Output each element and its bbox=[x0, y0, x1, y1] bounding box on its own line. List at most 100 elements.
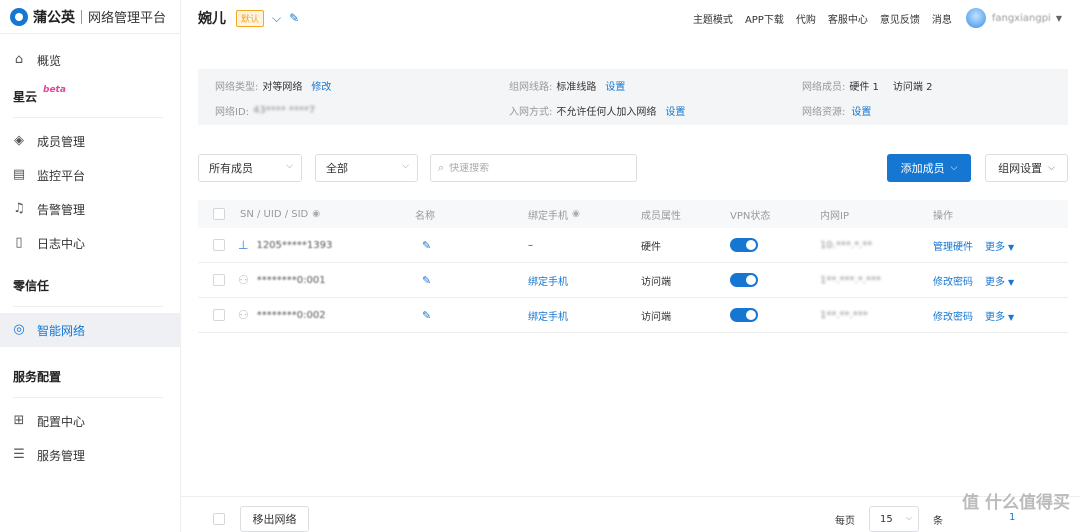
chevron-down-icon: ⌵ bbox=[402, 161, 409, 171]
vpn-toggle[interactable] bbox=[730, 273, 758, 287]
info-value: 硬件 1 bbox=[849, 82, 879, 93]
search-input[interactable] bbox=[449, 162, 620, 174]
member-filter-select[interactable]: 所有成员 ⌵ bbox=[198, 154, 302, 182]
manage-hardware-link[interactable]: 管理硬件 bbox=[933, 238, 973, 253]
ip-cell: 10.***.*.** bbox=[820, 239, 873, 251]
members-table: SN / UID / SID ◉ 名称 绑定手机 ◉ 成员属性 VPN状态 内网IP… bbox=[198, 200, 1068, 333]
network-resources: 网络资源: 设置 bbox=[802, 103, 871, 118]
header-links: 主题模式 APP下载 代购 客服中心 意见反馈 消息 fangxiangpi ▼ bbox=[681, 0, 1062, 36]
theme-mode-link[interactable]: 主题模式 bbox=[693, 11, 733, 26]
feedback-link[interactable]: 意见反馈 bbox=[880, 11, 920, 26]
status-filter-select[interactable]: 全部 ⌵ bbox=[315, 154, 418, 182]
add-member-button[interactable]: 添加成员 ⌵ bbox=[887, 154, 971, 182]
change-password-link[interactable]: 修改密码 bbox=[933, 308, 973, 323]
edit-icon[interactable]: ✎ bbox=[422, 239, 431, 252]
header-vpn: VPN状态 bbox=[730, 210, 771, 222]
group-label: 服务配置 bbox=[13, 369, 62, 384]
caret-down-icon: ▼ bbox=[1008, 277, 1015, 287]
info-label: 组网线路: bbox=[509, 82, 553, 93]
sidebar-group-zero-trust: 零信任 bbox=[0, 270, 180, 300]
sidebar-item-smart-network[interactable]: ◎ 智能网络 bbox=[0, 313, 180, 347]
header-name: 名称 bbox=[415, 210, 435, 222]
per-page-label: 每页 bbox=[835, 516, 855, 527]
sidebar-item-label: 告警管理 bbox=[37, 202, 86, 217]
divider bbox=[13, 117, 163, 118]
messages-link[interactable]: 消息 bbox=[932, 11, 952, 26]
info-value: 对等网络 bbox=[262, 82, 303, 93]
caret-down-icon[interactable]: ▼ bbox=[1056, 14, 1062, 23]
sidebar-item-config-center[interactable]: ⊞ 配置中心 bbox=[0, 404, 180, 438]
header-ops: 操作 bbox=[933, 210, 953, 222]
user-icon: ⚇ bbox=[238, 308, 249, 322]
footer-select-checkbox[interactable] bbox=[213, 513, 225, 525]
edit-icon[interactable]: ✎ bbox=[289, 11, 299, 25]
row-checkbox[interactable] bbox=[213, 274, 225, 286]
vpn-toggle[interactable] bbox=[730, 308, 758, 322]
vpn-toggle[interactable] bbox=[730, 238, 758, 252]
sidebar-item-alert[interactable]: ♫ 告警管理 bbox=[0, 192, 180, 226]
sidebar-item-label: 日志中心 bbox=[37, 236, 86, 251]
bind-phone-link[interactable]: 绑定手机 bbox=[528, 308, 568, 323]
chevron-down-icon: ⌵ bbox=[286, 161, 293, 171]
bind-phone-link[interactable]: 绑定手机 bbox=[528, 273, 568, 288]
sidebar-item-label: 智能网络 bbox=[37, 323, 86, 338]
info-value: 不允许任何人加入网络 bbox=[556, 107, 657, 118]
sidebar-item-log[interactable]: ▯ 日志中心 bbox=[0, 226, 180, 260]
page-number[interactable]: 1 bbox=[1009, 512, 1015, 523]
main-content: 网络类型: 对等网络 修改 网络ID: 43**** ****7 组网线路: 标… bbox=[181, 36, 1080, 532]
per-page-select[interactable]: 15 ⌵ bbox=[869, 506, 919, 532]
select-value: 全部 bbox=[326, 162, 348, 175]
table-row: ⚇ ********0:002 ✎ 绑定手机 访问端 1**.**.*** 修改密… bbox=[198, 298, 1068, 333]
sidebar-item-service-mgmt[interactable]: ☰ 服务管理 bbox=[0, 438, 180, 472]
join-method: 入网方式: 不允许任何人加入网络 设置 bbox=[509, 103, 685, 118]
eye-icon[interactable]: ◉ bbox=[572, 209, 580, 219]
purchase-link[interactable]: 代购 bbox=[796, 11, 816, 26]
network-info-panel: 网络类型: 对等网络 修改 网络ID: 43**** ****7 组网线路: 标… bbox=[198, 69, 1068, 125]
caret-down-icon: ▼ bbox=[1008, 312, 1015, 322]
app-download-link[interactable]: APP下载 bbox=[745, 11, 784, 26]
sidebar-item-overview[interactable]: ⌂ 概览 bbox=[0, 43, 180, 77]
brand-name: 蒲公英 bbox=[33, 9, 75, 26]
info-value: 标准线路 bbox=[556, 82, 597, 93]
row-checkbox[interactable] bbox=[213, 239, 225, 251]
avatar[interactable] bbox=[965, 8, 986, 28]
modify-type-link[interactable]: 修改 bbox=[311, 78, 331, 93]
brand[interactable]: 蒲公英 网络管理平台 bbox=[0, 0, 180, 34]
chevron-down-icon: ⌵ bbox=[950, 163, 958, 173]
search-icon: ⌕ bbox=[438, 161, 445, 174]
info-label: 网络ID: bbox=[215, 107, 250, 118]
remove-from-network-button[interactable]: 移出网络 bbox=[240, 506, 309, 532]
select-all-checkbox[interactable] bbox=[213, 208, 225, 220]
support-link[interactable]: 客服中心 bbox=[828, 11, 868, 26]
ip-cell: 1**.**.*** bbox=[820, 309, 868, 321]
set-line-link[interactable]: 设置 bbox=[605, 78, 625, 93]
set-resources-link[interactable]: 设置 bbox=[851, 103, 871, 118]
edit-icon[interactable]: ✎ bbox=[422, 309, 431, 322]
chevron-down-icon: ⌵ bbox=[905, 513, 912, 522]
more-dropdown[interactable]: 更多 ▼ bbox=[985, 308, 1014, 323]
group-label: 星云 bbox=[13, 89, 38, 104]
set-join-link[interactable]: 设置 bbox=[665, 103, 685, 118]
select-value: 15 bbox=[880, 513, 893, 525]
sidebar-item-monitor[interactable]: ▤ 监控平台 bbox=[0, 158, 180, 192]
table-footer: 移出网络 每页 15 ⌵ 条 1 bbox=[181, 496, 1080, 532]
network-settings-button[interactable]: 组网设置 ⌵ bbox=[985, 154, 1068, 182]
sidebar-group-xingyun: 星云 beta bbox=[0, 81, 180, 111]
member-id: ********0:002 bbox=[256, 309, 326, 321]
eye-icon[interactable]: ◉ bbox=[312, 209, 320, 219]
member-id: 1205*****1393 bbox=[256, 239, 333, 251]
group-label: 零信任 bbox=[13, 278, 50, 293]
chevron-down-icon[interactable]: ⌵ bbox=[272, 11, 281, 26]
search-box[interactable]: ⌕ bbox=[430, 154, 637, 182]
attr-cell: 硬件 bbox=[641, 241, 661, 253]
sidebar-item-members[interactable]: ◈ 成员管理 bbox=[0, 124, 180, 158]
more-dropdown[interactable]: 更多 ▼ bbox=[985, 238, 1014, 253]
username[interactable]: fangxiangpi bbox=[992, 13, 1050, 24]
more-dropdown[interactable]: 更多 ▼ bbox=[985, 273, 1014, 288]
chevron-down-icon: ⌵ bbox=[1048, 163, 1055, 173]
header-sn: SN / UID / SID ◉ bbox=[240, 208, 321, 220]
change-password-link[interactable]: 修改密码 bbox=[933, 273, 973, 288]
row-checkbox[interactable] bbox=[213, 309, 225, 321]
edit-icon[interactable]: ✎ bbox=[422, 274, 431, 287]
network-line: 组网线路: 标准线路 设置 bbox=[509, 78, 625, 93]
